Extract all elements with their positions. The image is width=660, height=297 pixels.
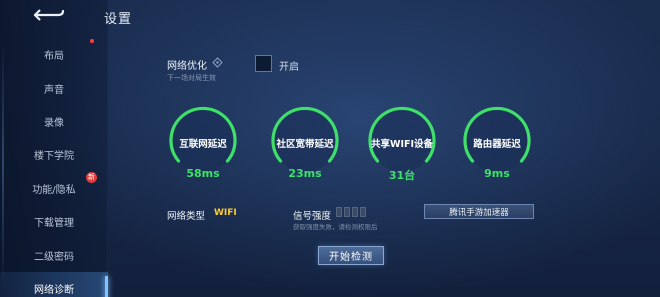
sidebar-nav: 布局 声音 录像 楼下学院 功能/隐私 新 下载管理 二级密码 网络诊断 [0,38,108,297]
sidebar-item-label: 录像 [44,117,64,129]
optimize-label: 网络优化 [167,61,207,72]
gauge-name: 共享WIFI设备 [370,139,434,150]
sidebar-item-label: 楼下学院 [34,151,74,163]
gauge-value: 23ms [288,167,322,180]
optimize-subtext: 下一场对局生效 [167,74,216,82]
info-icon[interactable] [212,57,223,68]
signal-bar [344,207,350,217]
sidebar: 布局 声音 录像 楼下学院 功能/隐私 新 下载管理 二级密码 网络诊断 [0,0,108,297]
signal-bar [352,207,358,217]
sidebar-item-label: 二级密码 [34,251,74,263]
back-button[interactable] [20,4,78,26]
gauge-router-latency: 路由器延迟 9ms [462,105,532,185]
gauge-shared-wifi-devices: 共享WIFI设备 31台 [367,105,437,185]
sidebar-item-academy[interactable]: 楼下学院 [0,138,108,171]
gauge-name: 互联网延迟 [179,139,227,150]
back-arrow-icon [33,9,65,21]
gauge-name: 路由器延迟 [473,139,521,150]
gauge-name: 社区宽带延迟 [276,139,334,150]
optimize-toggle-label: 开启 [279,62,299,73]
sidebar-item-label: 功能/隐私 [32,184,76,196]
sidebar-item-sound[interactable]: 声音 [0,71,108,104]
sidebar-item-layout[interactable]: 布局 [0,38,108,71]
sidebar-item-label: 网络诊断 [34,284,74,296]
signal-bar [360,207,366,217]
page-title: 设置 [104,12,133,27]
optimize-checkbox[interactable] [255,55,272,72]
sidebar-item-downloads[interactable]: 下载管理 [0,205,108,238]
gauge-community-latency: 社区宽带延迟 23ms [270,105,340,185]
new-badge: 新 [86,171,97,183]
accelerator-button[interactable]: 腾讯手游加速器 [424,204,534,219]
network-type-value: WIFI [214,208,237,218]
signal-strength-label: 信号强度 [293,211,332,222]
notification-dot [90,39,94,43]
gauge-internet-latency: 互联网延迟 58ms [168,105,238,185]
sidebar-item-label: 声音 [44,84,64,96]
sidebar-item-recording[interactable]: 录像 [0,105,108,138]
signal-strength-note: 获取强度失败，请检测权限后 [293,223,378,231]
sidebar-item-label: 布局 [44,51,64,63]
network-type-label: 网络类型 [167,211,206,222]
gauge-value: 58ms [186,167,220,180]
sidebar-item-password[interactable]: 二级密码 [0,238,108,271]
signal-bar [336,207,342,217]
gauge-value: 31台 [388,169,416,182]
start-detection-button[interactable]: 开始检测 [318,246,384,265]
signal-strength-bars [336,207,366,217]
sidebar-item-network-diagnosis[interactable]: 网络诊断 [0,271,108,297]
gauge-value: 9ms [484,167,510,180]
sidebar-item-label: 下载管理 [34,218,74,230]
sidebar-item-privacy[interactable]: 功能/隐私 新 [0,171,108,205]
